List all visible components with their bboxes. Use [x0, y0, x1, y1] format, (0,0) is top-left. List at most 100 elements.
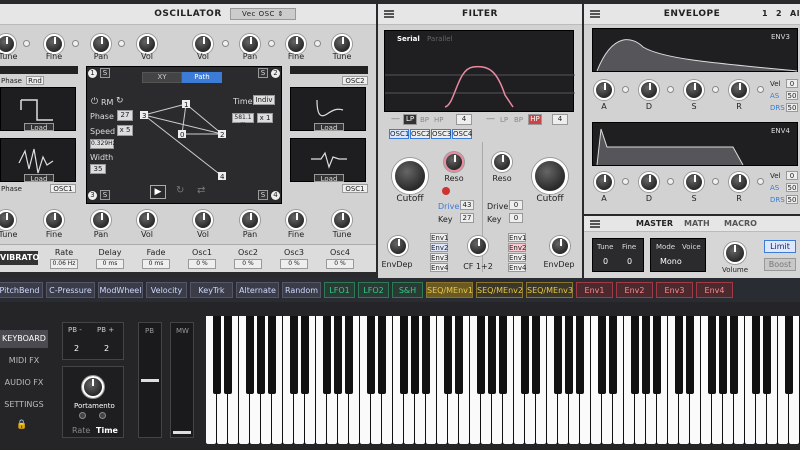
- osc1-load-button[interactable]: Load: [24, 123, 54, 132]
- osc3-pan-knob[interactable]: [91, 210, 111, 230]
- shuffle-icon[interactable]: ⇄: [197, 185, 205, 196]
- black-key[interactable]: [576, 316, 584, 394]
- mod-src-13[interactable]: Env1: [576, 282, 613, 298]
- filter1-bp[interactable]: BP: [420, 116, 429, 124]
- mod-dot[interactable]: [118, 40, 125, 47]
- osc2-tune-knob[interactable]: [332, 34, 352, 54]
- play-button[interactable]: ▶: [150, 185, 166, 199]
- mod-dot[interactable]: [712, 178, 719, 185]
- envdep2-knob[interactable]: [550, 236, 570, 256]
- reso2-knob[interactable]: [492, 152, 512, 172]
- black-key[interactable]: [422, 316, 430, 394]
- modwheel[interactable]: MW: [170, 322, 194, 438]
- env4-as[interactable]: 50: [786, 183, 798, 192]
- vib-0-value[interactable]: 0.06 Hz: [50, 259, 78, 269]
- mod-dot[interactable]: [622, 178, 629, 185]
- mod-src-5[interactable]: Alternate: [236, 282, 279, 298]
- piano-keyboard[interactable]: [206, 316, 800, 444]
- black-key[interactable]: [455, 316, 463, 394]
- osc3-load-button[interactable]: Load: [24, 174, 54, 183]
- filter1-env-0[interactable]: Env1: [430, 233, 448, 242]
- speed-value[interactable]: x 5: [117, 125, 133, 136]
- tab-master[interactable]: MASTER: [636, 219, 673, 228]
- pb-plus-value[interactable]: 2: [104, 344, 109, 353]
- vib-3-value[interactable]: 0 %: [188, 259, 216, 269]
- vib-1-value[interactable]: 0 ms: [96, 259, 124, 269]
- env4-drs[interactable]: 50: [786, 195, 798, 204]
- env4-display[interactable]: ENV4: [592, 122, 798, 166]
- osc2-link-button[interactable]: OSC2: [342, 76, 368, 85]
- filter2-env-1[interactable]: Env2: [508, 243, 526, 252]
- filter2-slope[interactable]: 4: [552, 114, 568, 125]
- width-value[interactable]: 35: [90, 164, 106, 174]
- black-key[interactable]: [532, 316, 540, 394]
- osc4-pan-knob[interactable]: [240, 210, 260, 230]
- mod-src-9[interactable]: S&H: [392, 282, 423, 298]
- black-key[interactable]: [631, 316, 639, 394]
- osc4-fine-knob[interactable]: [286, 210, 306, 230]
- filter-src-2[interactable]: OSC3: [431, 129, 451, 139]
- envdep1-knob[interactable]: [388, 236, 408, 256]
- vib-5-value[interactable]: 0 %: [280, 259, 308, 269]
- osc-mode-select[interactable]: Vec OSC ⇕: [230, 8, 296, 20]
- corner-num-2[interactable]: 2: [271, 69, 280, 78]
- key2-value[interactable]: 0: [509, 213, 523, 223]
- black-key[interactable]: [224, 316, 232, 394]
- rate-mode[interactable]: Rate: [72, 426, 90, 435]
- filter-link-icon[interactable]: [442, 187, 450, 195]
- black-key[interactable]: [642, 316, 650, 394]
- black-key[interactable]: [488, 316, 496, 394]
- path-grid[interactable]: 1 2 3 4 0: [140, 90, 226, 186]
- mod-src-6[interactable]: Random: [282, 282, 321, 298]
- black-key[interactable]: [675, 316, 683, 394]
- env3-d-knob[interactable]: [639, 80, 659, 100]
- mod-dot[interactable]: [72, 40, 79, 47]
- corner-num-4[interactable]: 4: [271, 191, 280, 200]
- black-key[interactable]: [400, 316, 408, 394]
- filter-parallel-tab[interactable]: Parallel: [427, 35, 453, 43]
- osc1-rnd-button[interactable]: Rnd: [26, 76, 44, 85]
- env-page-all[interactable]: All: [790, 9, 800, 18]
- black-key[interactable]: [213, 316, 221, 394]
- mode-value[interactable]: Mono: [660, 257, 682, 266]
- env4-a-knob[interactable]: [594, 172, 614, 192]
- cutoff2-knob[interactable]: [532, 158, 568, 194]
- power-icon[interactable]: ⏻: [91, 97, 98, 107]
- osc1-pan-knob[interactable]: [91, 34, 111, 54]
- pitchbend-wheel[interactable]: PB: [138, 322, 162, 438]
- mod-dot[interactable]: [712, 86, 719, 93]
- portamento-dot[interactable]: [79, 412, 86, 419]
- black-key[interactable]: [730, 316, 738, 394]
- portamento-dot[interactable]: [99, 412, 106, 419]
- black-key[interactable]: [367, 316, 375, 394]
- mod-src-12[interactable]: SEQ/MEnv3: [526, 282, 573, 298]
- filter-src-1[interactable]: OSC2: [410, 129, 430, 139]
- filter2-env-2[interactable]: Env3: [508, 253, 526, 262]
- drive1-value[interactable]: 43: [460, 200, 474, 210]
- black-key[interactable]: [554, 316, 562, 394]
- black-key[interactable]: [565, 316, 573, 394]
- menu-icon[interactable]: [590, 220, 600, 228]
- mod-dot[interactable]: [268, 40, 275, 47]
- filter1-env-3[interactable]: Env4: [430, 263, 448, 272]
- osc3-vol-knob[interactable]: [137, 210, 157, 230]
- osc1-link-button-right[interactable]: OSC1: [342, 184, 368, 193]
- osc4-tune-knob[interactable]: [332, 210, 352, 230]
- env4-r-knob[interactable]: [729, 172, 749, 192]
- black-key[interactable]: [268, 316, 276, 394]
- mod-dot[interactable]: [757, 178, 764, 185]
- black-key[interactable]: [301, 316, 309, 394]
- env-page-1[interactable]: 1: [762, 9, 768, 18]
- black-key[interactable]: [763, 316, 771, 394]
- osc2-fine-knob[interactable]: [286, 34, 306, 54]
- limit-button[interactable]: Limit: [764, 240, 796, 253]
- black-key[interactable]: [653, 316, 661, 394]
- filter2-bp[interactable]: BP: [514, 116, 523, 124]
- vib-2-value[interactable]: 0 ms: [142, 259, 170, 269]
- osc3-fine-knob[interactable]: [44, 210, 64, 230]
- tab-math[interactable]: MATH: [684, 219, 710, 228]
- mod-dot[interactable]: [667, 178, 674, 185]
- mod-src-2[interactable]: ModWheel: [98, 282, 143, 298]
- mod-dot[interactable]: [222, 40, 229, 47]
- tab-xy[interactable]: XY: [142, 72, 182, 83]
